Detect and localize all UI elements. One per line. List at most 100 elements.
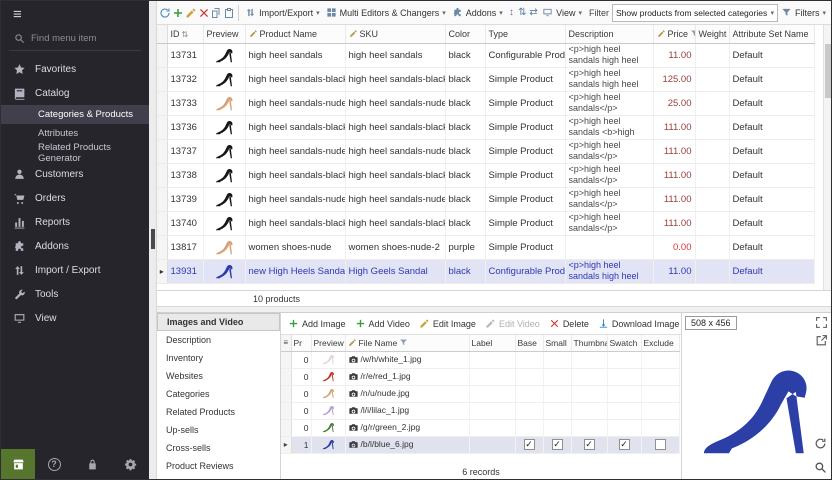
horizontal-splitter[interactable]	[157, 306, 831, 313]
cell-priority[interactable]: 0	[291, 368, 311, 385]
cell-type[interactable]: Simple Product	[485, 67, 565, 91]
cell-description[interactable]: <p>high heel sandals</p>	[565, 91, 653, 115]
cell-attribute-set[interactable]: Default	[729, 187, 814, 211]
cell-product-name[interactable]: high heel sandals-black-37	[245, 163, 345, 187]
cell-id[interactable]: 13732	[167, 67, 203, 91]
cell-type[interactable]: Simple Product	[485, 139, 565, 163]
cell-description[interactable]: <p>high heel sandals</p>	[565, 139, 653, 163]
cell-description[interactable]: <p>high heel sandals</p>	[565, 163, 653, 187]
sidebar-item-catalog[interactable]: Catalog	[1, 81, 149, 105]
menu-search-input[interactable]: Find menu item	[9, 27, 141, 51]
cell-id[interactable]: 13740	[167, 211, 203, 235]
cell-attribute-set[interactable]: Default	[729, 259, 814, 283]
cell-small[interactable]	[543, 419, 571, 436]
cell-preview[interactable]	[311, 419, 345, 436]
product-row-13733[interactable]: 13733high heel sandals-nudehigh heel san…	[157, 91, 814, 115]
cell-sku[interactable]: high heel sandals-black-38	[345, 211, 445, 235]
cell-label[interactable]	[469, 385, 515, 402]
cell-small[interactable]	[543, 402, 571, 419]
image-row-n-u-nude-jpg[interactable]: 0/n/u/nude.jpg	[281, 385, 679, 402]
cell-label[interactable]	[469, 402, 515, 419]
cell-price[interactable]: 25.00	[653, 91, 695, 115]
media-column-thumbna[interactable]: Thumbna	[571, 335, 607, 351]
cell-swatch[interactable]: ✓	[607, 436, 641, 453]
sidebar-item-customers[interactable]: Customers	[1, 162, 149, 186]
product-row-13931[interactable]: ▸13931new High Heels SandalsHigh Geels S…	[157, 259, 814, 283]
cell-thumbnail[interactable]	[571, 351, 607, 368]
cell-swatch[interactable]	[607, 402, 641, 419]
cell-weight[interactable]	[695, 235, 729, 259]
dropdown-import-export[interactable]: Import/Export▾	[242, 3, 323, 23]
add-image-button[interactable]: Add Image	[284, 314, 350, 334]
cell-thumbnail[interactable]	[571, 419, 607, 436]
cell-weight[interactable]	[695, 259, 729, 283]
cell-file-name[interactable]: /n/u/nude.jpg	[345, 385, 469, 402]
cell-preview[interactable]	[203, 43, 245, 67]
cell-color[interactable]: black	[445, 139, 485, 163]
sidebar-item-orders[interactable]: Orders	[1, 186, 149, 210]
cell-color[interactable]: black	[445, 163, 485, 187]
cell-id[interactable]: 13737	[167, 139, 203, 163]
cell-price[interactable]: 125.00	[653, 67, 695, 91]
media-column-label[interactable]: Label	[469, 335, 515, 351]
cell-small[interactable]: ✓	[543, 436, 571, 453]
cell-id[interactable]: 13817	[167, 235, 203, 259]
cell-preview[interactable]	[311, 385, 345, 402]
cell-file-name[interactable]: /l/i/lilac_1.jpg	[345, 402, 469, 419]
cell-weight[interactable]	[695, 163, 729, 187]
cell-attribute-set[interactable]: Default	[729, 115, 814, 139]
cell-price[interactable]: 111.00	[653, 211, 695, 235]
cell-thumbnail[interactable]	[571, 368, 607, 385]
cell-weight[interactable]	[695, 115, 729, 139]
cell-sku[interactable]: high heel sandals-black	[345, 67, 445, 91]
cell-type[interactable]: Simple Product	[485, 115, 565, 139]
cell-type[interactable]: Configurable Product	[485, 43, 565, 67]
column-header-product-name[interactable]: Product Name	[245, 25, 345, 43]
sidebar-item-view[interactable]: View	[1, 306, 149, 330]
cell-file-name[interactable]: /r/e/red_1.jpg	[345, 368, 469, 385]
cell-color[interactable]: black	[445, 211, 485, 235]
dropdown-multi-editors-changers[interactable]: Multi Editors & Changers▾	[323, 3, 449, 23]
cell-exclude[interactable]	[641, 351, 679, 368]
cell-exclude[interactable]	[641, 385, 679, 402]
sidebar-item-favorites[interactable]: Favorites	[1, 57, 149, 81]
cell-weight[interactable]	[695, 187, 729, 211]
grid-scrollbar[interactable]	[823, 25, 831, 290]
cell-base[interactable]	[515, 402, 543, 419]
cell-description[interactable]: <p>high heel sandals high heel sandals</…	[565, 43, 653, 67]
cell-type[interactable]: Simple Product	[485, 91, 565, 115]
cell-color[interactable]: black	[445, 187, 485, 211]
product-row-13732[interactable]: 13732 high heel sandals-blackhigh heel sa…	[157, 67, 814, 91]
column-header-type[interactable]: Type	[485, 25, 565, 43]
cell-exclude[interactable]	[641, 419, 679, 436]
swap-columns-button[interactable]: ⇄	[528, 3, 539, 23]
cell-preview[interactable]	[203, 115, 245, 139]
sort-both-button[interactable]: ⇅	[517, 3, 528, 23]
cell-preview[interactable]	[203, 211, 245, 235]
cell-attribute-set[interactable]: Default	[729, 43, 814, 67]
media-column-base[interactable]: Base	[515, 335, 543, 351]
cell-weight[interactable]	[695, 211, 729, 235]
cell-description[interactable]: <p>high heel sandals</p>	[565, 187, 653, 211]
cell-sku[interactable]: women shoes-nude-2	[345, 235, 445, 259]
cell-attribute-set[interactable]: Default	[729, 163, 814, 187]
cell-product-name[interactable]: high heel sandals-black	[245, 67, 345, 91]
cell-swatch[interactable]	[607, 419, 641, 436]
paste-button[interactable]	[223, 3, 236, 23]
cell-preview[interactable]	[311, 368, 345, 385]
exclude-checkbox[interactable]	[655, 439, 666, 450]
cell-color[interactable]: black	[445, 43, 485, 67]
column-header-id[interactable]: ID⇅	[167, 25, 203, 43]
cell-color[interactable]: black	[445, 115, 485, 139]
cell-weight[interactable]	[695, 67, 729, 91]
cell-description[interactable]: <p>high heel sandals <b>high heel san...	[565, 115, 653, 139]
cell-base[interactable]	[515, 419, 543, 436]
cell-sku[interactable]: High Geels Sandal	[345, 259, 445, 283]
cell-small[interactable]	[543, 385, 571, 402]
cell-swatch[interactable]	[607, 368, 641, 385]
tab-inventory[interactable]: Inventory	[157, 349, 280, 367]
cell-color[interactable]: black	[445, 91, 485, 115]
cell-color[interactable]: black	[445, 67, 485, 91]
sort-updown-button[interactable]: ↕	[506, 3, 517, 23]
media-column-pr[interactable]: Pr	[291, 335, 311, 351]
